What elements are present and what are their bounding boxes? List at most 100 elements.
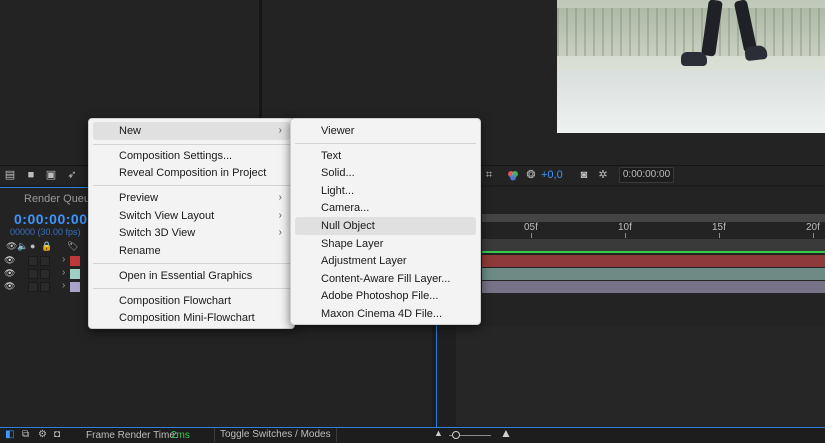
composition-icon[interactable]: ▣ — [45, 170, 57, 181]
menu-item-label: Switch View Layout — [119, 210, 215, 222]
chevron-right-icon: › — [278, 125, 282, 136]
menu-item-composition-mini-flowchart[interactable]: Composition Mini-Flowchart — [93, 309, 290, 327]
menu-item-label: Text — [321, 150, 342, 162]
lock-switch[interactable] — [40, 269, 50, 279]
menu-item-content-aware-fill-layer[interactable]: Content-Aware Fill Layer... — [295, 270, 476, 288]
video-eye-icon[interactable]: 👁 — [4, 268, 15, 279]
menu-item-light[interactable]: Light... — [295, 182, 476, 200]
menu-separator — [295, 143, 476, 144]
menu-item-switch-3d-view[interactable]: Switch 3D View › — [93, 224, 290, 242]
ruler-label: 15f — [712, 222, 726, 233]
video-eye-icon[interactable]: 👁 — [4, 255, 15, 266]
menu-item-composition-settings[interactable]: Composition Settings... — [93, 147, 290, 165]
show-snapshot-icon[interactable]: ✲ — [597, 170, 609, 181]
viewer-timecode-field[interactable]: 0:00:00:00 — [619, 167, 674, 183]
menu-item-adjustment-layer[interactable]: Adjustment Layer — [295, 252, 476, 270]
layer-label-color[interactable] — [70, 282, 80, 292]
menu-item-new[interactable]: New › — [93, 122, 290, 140]
zoom-in-mountain-icon[interactable]: ▲ — [500, 426, 512, 440]
menu-item-label: Adjustment Layer — [321, 255, 407, 267]
composition-preview-image — [557, 0, 825, 133]
menu-item-viewer[interactable]: Viewer — [295, 122, 476, 140]
exposure-value[interactable]: +0,0 — [541, 169, 563, 181]
layer-duration-bar[interactable] — [482, 281, 825, 293]
solo-switch[interactable] — [28, 282, 38, 292]
chevron-right-icon[interactable]: › — [62, 254, 65, 265]
timeline-empty-area[interactable] — [456, 326, 825, 426]
layer-duration-bar[interactable] — [482, 255, 825, 267]
menu-item-solid[interactable]: Solid... — [295, 164, 476, 182]
menu-item-label: Solid... — [321, 167, 355, 179]
layer-label-color[interactable] — [70, 256, 80, 266]
menu-item-label: Rename — [119, 245, 161, 257]
comp-flowchart-icon[interactable]: ◧ — [5, 429, 14, 440]
menu-separator — [93, 185, 290, 186]
layer-label-color[interactable] — [70, 269, 80, 279]
menu-item-label: Composition Settings... — [119, 150, 233, 162]
menu-item-label: Composition Mini-Flowchart — [119, 312, 255, 324]
solo-switch[interactable] — [28, 256, 38, 266]
toggle-switches-modes-button[interactable]: Toggle Switches / Modes — [214, 428, 337, 442]
chevron-right-icon[interactable]: › — [62, 267, 65, 278]
transfer-controls-icon[interactable]: ⚙ — [38, 429, 47, 440]
video-eye-icon[interactable]: 👁 — [6, 241, 17, 252]
ruler-label: 10f — [618, 222, 632, 233]
chevron-right-icon: › — [278, 192, 282, 203]
menu-item-label: Viewer — [321, 125, 355, 137]
label-tag-icon[interactable]: 🏷 — [67, 241, 78, 252]
ruler-tick — [625, 233, 626, 238]
menu-item-shape-layer[interactable]: Shape Layer — [295, 235, 476, 253]
snapshot-icon[interactable]: ▤ — [4, 170, 16, 181]
video-eye-icon[interactable]: 👁 — [4, 281, 15, 292]
work-area-bar[interactable] — [482, 214, 825, 222]
solo-dot-icon[interactable]: ● — [30, 241, 35, 251]
menu-item-label: New — [119, 125, 142, 137]
time-ruler[interactable] — [482, 239, 825, 251]
chevron-right-icon[interactable]: › — [62, 280, 65, 291]
zoom-out-mountain-icon[interactable]: ▲ — [434, 428, 443, 438]
lock-switch[interactable] — [40, 256, 50, 266]
menu-item-adobe-photoshop-file[interactable]: Adobe Photoshop File... — [295, 287, 476, 305]
layer-switches-icon[interactable]: ⧉ — [22, 429, 29, 440]
flowchart-icon[interactable]: ➶ — [66, 170, 78, 181]
camera-snapshot-icon[interactable]: ◙ — [578, 170, 590, 181]
ruler-tick — [813, 233, 814, 238]
zoom-slider-handle[interactable] — [452, 431, 460, 439]
menu-item-label: Null Object — [321, 220, 375, 232]
ruler-tick — [719, 233, 720, 238]
folder-icon[interactable]: ■ — [25, 170, 37, 181]
lock-icon[interactable]: 🔒 — [41, 241, 52, 252]
exposure-icon[interactable]: ❂ — [525, 170, 537, 181]
solo-switch[interactable] — [28, 269, 38, 279]
layer-duration-bar[interactable] — [482, 268, 825, 280]
menu-item-label: Shape Layer — [321, 238, 384, 250]
menu-item-label: Preview — [119, 192, 159, 204]
chevron-right-icon: › — [278, 227, 282, 238]
motion-blur-icon[interactable]: ◘ — [54, 429, 60, 440]
render-cache-indicator — [482, 251, 825, 253]
color-channels-icon[interactable] — [507, 170, 519, 181]
menu-item-text[interactable]: Text — [295, 147, 476, 165]
menu-item-preview[interactable]: Preview › — [93, 189, 290, 207]
menu-item-null-object[interactable]: Null Object — [295, 217, 476, 235]
menu-item-composition-flowchart[interactable]: Composition Flowchart — [93, 292, 290, 310]
menu-item-switch-view-layout[interactable]: Switch View Layout › — [93, 207, 290, 225]
menu-item-open-essential-graphics[interactable]: Open in Essential Graphics — [93, 267, 290, 285]
menu-item-label: Content-Aware Fill Layer... — [321, 273, 451, 285]
menu-item-label: Open in Essential Graphics — [119, 270, 253, 282]
menu-item-maxon-cinema-4d-file[interactable]: Maxon Cinema 4D File... — [295, 305, 476, 323]
current-time-display[interactable]: 0:00:00:00 — [14, 211, 88, 227]
menu-item-reveal-composition[interactable]: Reveal Composition in Project — [93, 164, 290, 182]
menu-item-rename[interactable]: Rename — [93, 242, 290, 260]
lock-switch[interactable] — [40, 282, 50, 292]
audio-speaker-icon[interactable]: 🔈 — [17, 241, 28, 252]
frame-render-time-label: Frame Render Time: — [86, 430, 178, 441]
tab-render-queue[interactable]: Render Queue — [24, 193, 96, 205]
ruler-label: 20f — [806, 222, 820, 233]
menu-separator — [93, 288, 290, 289]
menu-item-camera[interactable]: Camera... — [295, 199, 476, 217]
region-of-interest-icon[interactable]: ⌗ — [483, 170, 495, 181]
timeline-gutter — [437, 326, 456, 426]
menu-item-label: Light... — [321, 185, 355, 197]
frame-count-display: 00000 (30.00 fps) — [10, 227, 81, 237]
